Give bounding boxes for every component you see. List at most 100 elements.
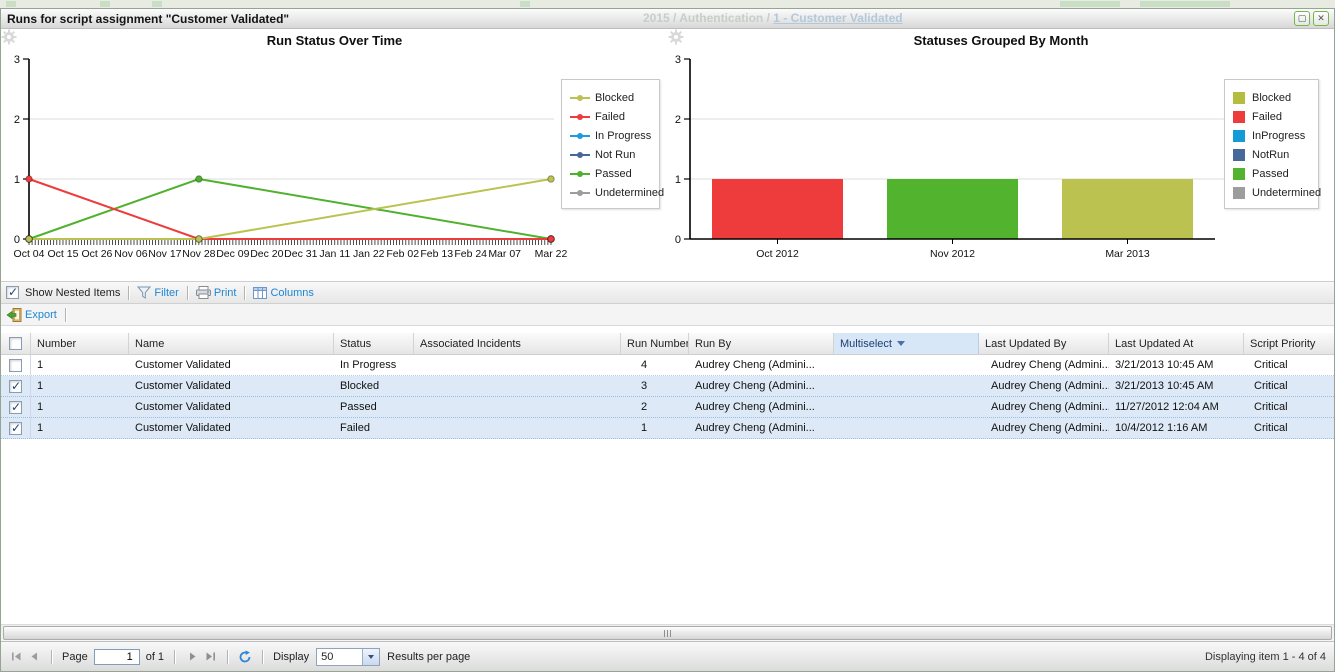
legend-label: InProgress [1252,130,1305,142]
line-chart: Run Status Over Time 0123Oct 04Oct 15Oct… [1,29,668,281]
combo-dropdown-button[interactable] [362,649,379,665]
row-checkbox[interactable] [9,401,22,414]
row-checkbox[interactable] [9,380,22,393]
row-checkbox[interactable] [9,422,22,435]
cell-updated-by: Audrey Cheng (Admini... [979,355,1109,375]
next-page-button[interactable] [183,648,201,666]
legend-swatch [1233,168,1245,180]
column-header-label: Multiselect [840,338,892,350]
svg-text:Mar 2013: Mar 2013 [1105,248,1150,260]
scrollbar-grip-icon [664,630,673,637]
cell-priority: Critical [1244,376,1334,396]
row-select-cell[interactable] [1,418,31,438]
scrollbar-thumb[interactable] [3,626,1332,640]
close-button[interactable]: ✕ [1313,11,1329,26]
select-all-header-cell[interactable] [1,333,31,354]
grid-header: Number Name Status Associated Incidents … [1,333,1334,355]
columns-label: Columns [270,287,313,299]
cell-number: 1 [31,355,129,375]
cell-updated-at: 3/21/2013 10:45 AM [1109,376,1244,396]
last-page-button[interactable] [201,648,219,666]
toolbar-separator [244,286,245,300]
legend-line-marker [570,192,590,194]
column-header-name[interactable]: Name [129,333,334,354]
pager-separator [51,650,52,664]
refresh-button[interactable] [236,648,254,666]
legend-item: Blocked [570,88,651,107]
export-icon [6,308,22,322]
cell-status: In Progress [334,355,414,375]
filter-button[interactable]: Filter [137,286,178,299]
column-header-run-number[interactable]: Run Number [621,333,689,354]
show-nested-items-checkbox[interactable] [6,286,19,299]
legend-swatch [1233,92,1245,104]
row-select-cell[interactable] [1,397,31,417]
column-header-label: Name [135,338,164,350]
cell-multiselect [834,397,979,417]
column-header-run-by[interactable]: Run By [689,333,834,354]
legend-item: Passed [1233,164,1310,183]
legend-item: Passed [570,164,651,183]
cell-priority: Critical [1244,355,1334,375]
legend-label: Passed [595,168,632,180]
select-all-checkbox[interactable] [9,337,22,350]
page-number-input[interactable] [94,649,140,665]
table-row[interactable]: 1 Customer Validated Blocked 3 Audrey Ch… [1,376,1334,397]
cell-number: 1 [31,376,129,396]
export-label: Export [25,309,57,321]
chart-settings-gear-icon[interactable] [1,29,17,45]
cell-run-by: Audrey Cheng (Admini... [689,355,834,375]
print-button[interactable]: Print [196,286,237,299]
table-row[interactable]: 1 Customer Validated Failed 1 Audrey Che… [1,418,1334,439]
grid-toolbar: Show Nested Items Filter Print [1,282,1334,304]
column-header-script-priority[interactable]: Script Priority [1244,333,1334,354]
cell-name: Customer Validated [129,418,334,438]
column-header-last-updated-by[interactable]: Last Updated By [979,333,1109,354]
svg-text:0: 0 [14,234,20,246]
row-select-cell[interactable] [1,376,31,396]
series-point-Failed [26,176,32,182]
legend-label: Blocked [1252,92,1291,104]
columns-table-icon [253,287,267,299]
filter-label: Filter [154,287,178,299]
legend-swatch [1233,130,1245,142]
cell-status: Blocked [334,376,414,396]
table-row[interactable]: 1 Customer Validated Passed 2 Audrey Che… [1,397,1334,418]
cell-incidents [414,397,621,417]
horizontal-scrollbar[interactable] [1,624,1334,641]
legend-item: Undetermined [1233,183,1310,202]
svg-text:Dec 20: Dec 20 [250,248,283,260]
maximize-button[interactable]: ▢ [1294,11,1310,26]
columns-button[interactable]: Columns [253,287,313,299]
svg-text:Dec 31: Dec 31 [284,248,317,260]
export-button[interactable]: Export [6,308,57,322]
results-per-page-label: Results per page [387,651,470,663]
legend-item: InProgress [1233,126,1310,145]
display-label: Display [273,651,309,663]
pager-separator [227,650,228,664]
first-page-button[interactable] [7,648,25,666]
page-label: Page [62,651,88,663]
column-header-number[interactable]: Number [31,333,129,354]
bar-chart-legend: BlockedFailedInProgressNotRunPassedUndet… [1224,79,1319,209]
column-header-associated-incidents[interactable]: Associated Incidents [414,333,621,354]
legend-item: Blocked [1233,88,1310,107]
dialog-titlebar[interactable]: Runs for script assignment "Customer Val… [1,9,1334,29]
column-header-multiselect[interactable]: Multiselect [834,333,979,354]
breadcrumb-path: 2015 / Authentication / [643,11,773,25]
chevron-down-icon [368,655,374,659]
row-select-cell[interactable] [1,355,31,375]
runs-dialog-window: Runs for script assignment "Customer Val… [0,8,1335,672]
chart-settings-gear-icon[interactable] [668,29,684,45]
column-header-status[interactable]: Status [334,333,414,354]
bar-Blocked [1062,179,1193,239]
cell-incidents [414,355,621,375]
cell-run-by: Audrey Cheng (Admini... [689,376,834,396]
legend-item: Failed [1233,107,1310,126]
row-checkbox[interactable] [9,359,22,372]
table-row[interactable]: 1 Customer Validated In Progress 4 Audre… [1,355,1334,376]
page-size-select[interactable]: 50 [316,648,380,666]
column-header-last-updated-at[interactable]: Last Updated At [1109,333,1244,354]
prev-page-button[interactable] [25,648,43,666]
legend-item: In Progress [570,126,651,145]
